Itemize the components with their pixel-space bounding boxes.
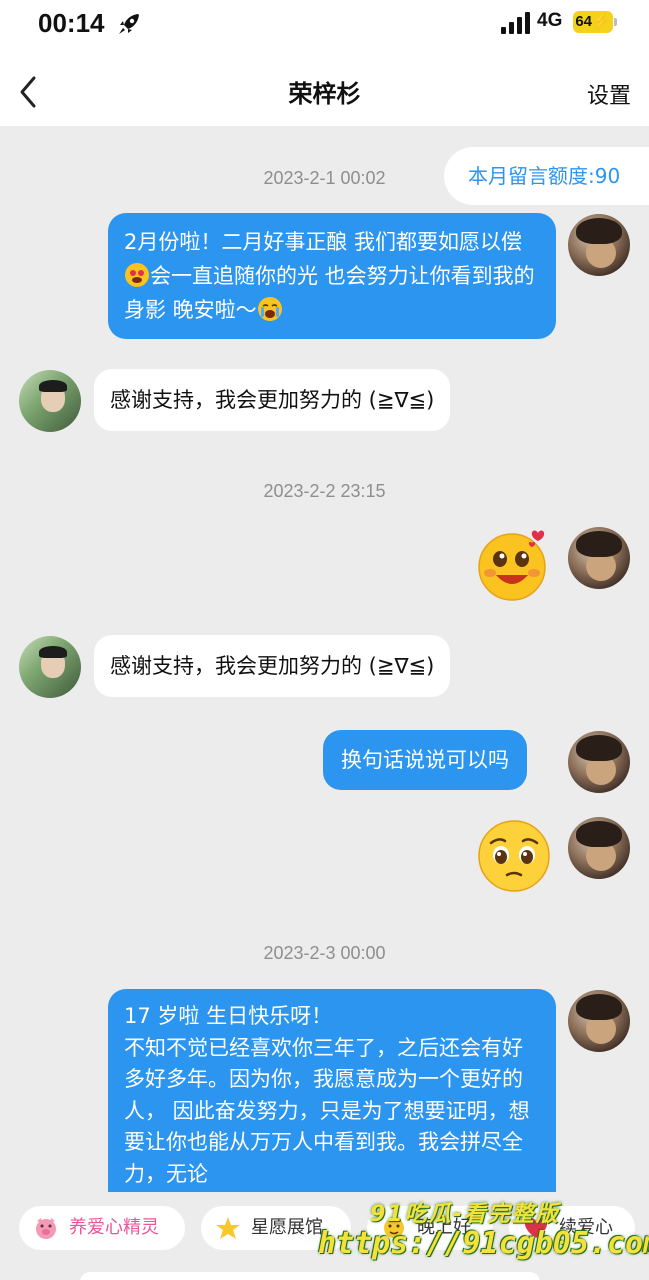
chip-label: 星愿展馆 (251, 1217, 323, 1238)
message-text: 感谢支持，我会更加努力的 (≧∇≦) (110, 654, 435, 678)
avatar-me[interactable] (568, 817, 630, 879)
signal-icon (501, 12, 530, 34)
message-input[interactable] (80, 1272, 540, 1280)
star-icon (216, 1217, 240, 1239)
rocket-icon (119, 14, 139, 34)
avatar-contact[interactable] (19, 370, 81, 432)
heart-eyes-emoji-icon (125, 263, 149, 287)
heart-eyes-emoji-icon (478, 530, 546, 601)
pleading-emoji-icon (478, 820, 550, 892)
battery-level: 64 (575, 13, 592, 30)
message-text: 换句话说说可以吗 (341, 748, 509, 772)
status-time: 00:14 (38, 8, 105, 38)
feed-love-sprite-chip[interactable]: 养爱心精灵 (19, 1206, 185, 1250)
pig-icon (36, 1218, 56, 1239)
watermark-text: 91吃瓜-看完整版 (370, 1202, 560, 1227)
nav-bar: 荣梓杉 设置 (0, 50, 649, 126)
timestamp: 2023-2-1 00:02 (263, 168, 386, 188)
incoming-message: 感谢支持，我会更加努力的 (≧∇≦) (94, 369, 451, 431)
timestamp: 2023-2-3 00:00 (263, 943, 386, 963)
battery-indicator: 64⚡ (573, 11, 613, 33)
outgoing-message: 换句话说说可以吗 (323, 730, 527, 790)
avatar-me[interactable] (568, 731, 630, 793)
settings-button[interactable]: 设置 (587, 78, 631, 110)
battery-tip (614, 18, 617, 26)
network-type: 4G (537, 10, 563, 31)
message-text: 会一直追随你的光 也会努力让你看到我的身影 晚安啦～ (124, 264, 535, 322)
watermark-url: https://91cgb05.com (318, 1226, 649, 1261)
outgoing-message: 2月份啦！二月好事正酿 我们都要如愿以偿会一直追随你的光 也会努力让你看到我的身… (108, 213, 556, 339)
page-title: 荣梓杉 (288, 80, 361, 108)
outgoing-message: 17 岁啦 生日快乐呀！ 不知不觉已经喜欢你三年了，之后还会有好多好多年。因为你… (108, 989, 556, 1204)
status-bar: 00:14 4G 64⚡ (0, 0, 649, 50)
avatar-me[interactable] (568, 990, 630, 1052)
crying-emoji-icon (257, 297, 282, 321)
incoming-message: 感谢支持，我会更加努力的 (≧∇≦) (94, 635, 451, 697)
chip-label: 养爱心精灵 (69, 1217, 159, 1238)
timestamp: 2023-2-2 23:15 (263, 481, 386, 501)
message-text: 感谢支持，我会更加努力的 (≧∇≦) (110, 388, 435, 412)
avatar-contact[interactable] (19, 636, 81, 698)
avatar-me[interactable] (568, 214, 630, 276)
avatar-me[interactable] (568, 527, 630, 589)
message-text: 17 岁啦 生日快乐呀！ 不知不觉已经喜欢你三年了，之后还会有好多好多年。因为你… (124, 1004, 530, 1186)
message-text: 2月份啦！二月好事正酿 我们都要如愿以偿 (124, 230, 523, 254)
